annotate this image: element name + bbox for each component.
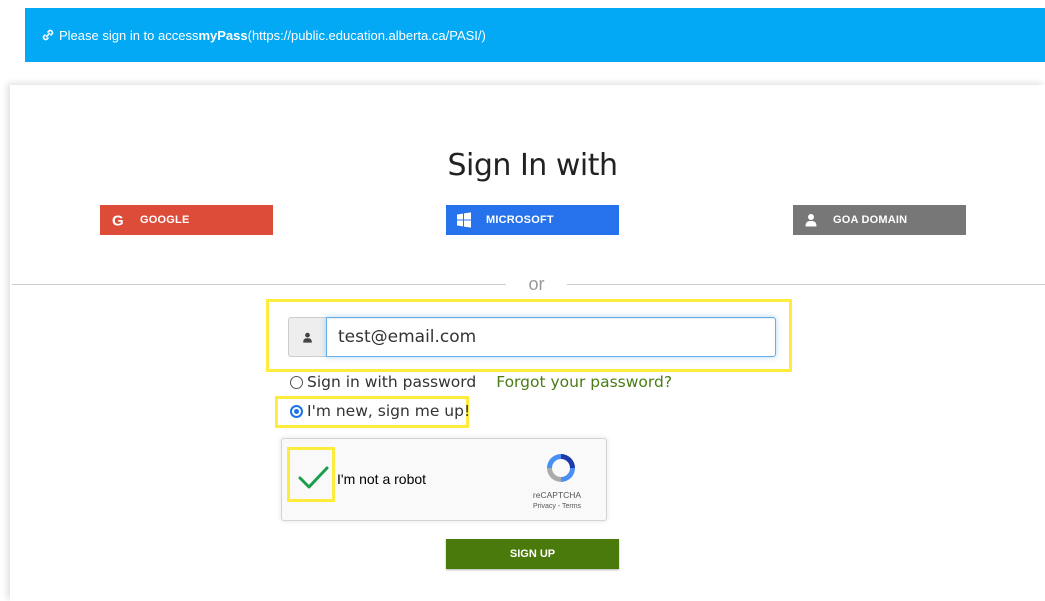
banner-url: (https://public.education.alberta.ca/PAS… bbox=[247, 27, 486, 43]
microsoft-label: MICROSOFT bbox=[486, 214, 554, 226]
goa-label: GOA DOMAIN bbox=[833, 214, 908, 226]
microsoft-sign-in-button[interactable]: MICROSOFT bbox=[446, 205, 619, 235]
banner-app-name: myPass bbox=[198, 27, 248, 43]
recaptcha-privacy-terms-link[interactable]: Privacy - Terms bbox=[522, 503, 592, 510]
divider-left bbox=[12, 284, 506, 285]
banner-prefix: Please sign in to access bbox=[59, 27, 199, 43]
google-sign-in-button[interactable]: G GOOGLE bbox=[100, 205, 273, 235]
svg-text:G: G bbox=[112, 213, 124, 227]
recaptcha-brand: reCAPTCHA bbox=[532, 490, 582, 500]
password-option-label: Sign in with password bbox=[307, 373, 477, 391]
link-icon bbox=[41, 28, 55, 42]
sign-in-with-password-option[interactable]: Sign in with password Forgot your passwo… bbox=[290, 373, 672, 391]
recaptcha-label: I'm not a robot bbox=[337, 471, 427, 487]
email-field[interactable] bbox=[326, 317, 776, 357]
google-icon: G bbox=[100, 205, 136, 235]
user-icon bbox=[288, 317, 326, 357]
windows-icon bbox=[446, 205, 482, 235]
forgot-password-link[interactable]: Forgot your password? bbox=[496, 373, 672, 391]
new-user-radio[interactable] bbox=[290, 404, 303, 418]
divider-right bbox=[567, 284, 1045, 285]
captcha-highlight-box bbox=[287, 447, 335, 502]
goa-domain-sign-in-button[interactable]: GOA DOMAIN bbox=[793, 205, 966, 235]
new-user-option-label: I'm new, sign me up! bbox=[307, 402, 471, 420]
password-radio[interactable] bbox=[290, 375, 303, 389]
google-label: GOOGLE bbox=[140, 214, 190, 226]
page-title: Sign In with bbox=[447, 148, 618, 183]
new-user-option[interactable]: I'm new, sign me up! bbox=[290, 402, 470, 420]
recaptcha-logo-icon bbox=[544, 451, 578, 490]
email-field-group bbox=[288, 317, 776, 357]
info-banner: Please sign in to access myPass (https:/… bbox=[25, 8, 1045, 62]
divider-or: or bbox=[528, 274, 545, 294]
sign-up-button[interactable]: SIGN UP bbox=[446, 539, 619, 569]
user-icon bbox=[793, 205, 829, 235]
